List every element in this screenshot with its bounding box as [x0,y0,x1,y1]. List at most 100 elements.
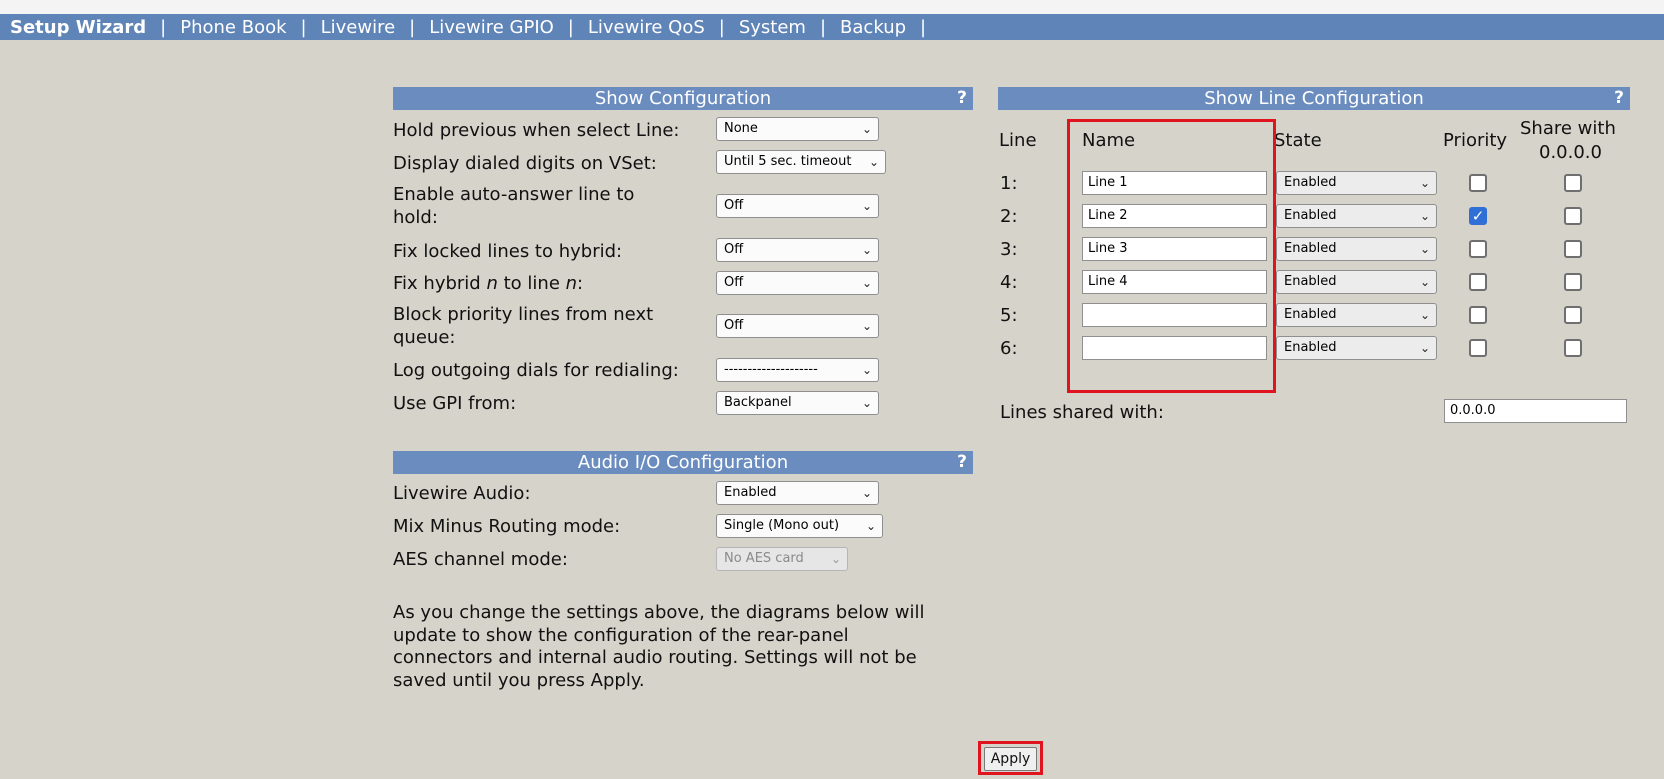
chevron-down-icon: ⌄ [861,486,872,500]
apply-button[interactable]: Apply [984,747,1037,771]
line-state-value: Enabled [1284,274,1337,289]
share-checkbox[interactable] [1564,306,1582,324]
line-state-value: Enabled [1284,175,1337,190]
chevron-down-icon: ⌄ [865,519,876,533]
line-number: 1: [1000,173,1018,194]
col-line-header: Line [999,130,1037,151]
priority-checkbox[interactable] [1469,273,1487,291]
nav-backup[interactable]: Backup [840,17,906,38]
auto-answer-label: Enable auto-answer line to hold: [393,184,635,228]
livewire-audio-value: Enabled [724,485,777,500]
top-strip [0,0,1664,14]
line-state-select[interactable]: Enabled ⌄ [1276,237,1437,261]
chevron-down-icon: ⌄ [1419,275,1430,289]
priority-checkbox[interactable]: ✓ [1469,207,1487,225]
line-number: 6: [1000,338,1018,359]
line-state-value: Enabled [1284,241,1337,256]
col-share-header: Share with [1520,118,1616,139]
hold-previous-label: Hold previous when select Line: [393,120,680,141]
col-state-header: State [1274,130,1322,151]
nav-separator: | [567,16,574,38]
chevron-down-icon: ⌄ [861,276,872,290]
name-column-highlight [1067,119,1276,393]
aes-mode-select: No AES card ⌄ [716,547,848,571]
display-digits-value: Until 5 sec. timeout [724,154,852,169]
nav-livewire-qos[interactable]: Livewire QoS [588,17,705,38]
line-state-value: Enabled [1284,340,1337,355]
chevron-down-icon: ⌄ [1419,176,1430,190]
lines-shared-input[interactable]: 0.0.0.0 [1444,399,1627,423]
nav-separator: | [819,16,827,38]
settings-note: As you change the settings above, the di… [393,602,925,691]
share-checkbox[interactable] [1564,207,1582,225]
aes-mode-label: AES channel mode: [393,549,568,570]
nav-separator: | [409,16,416,38]
nav-setup-wizard[interactable]: Setup Wizard [10,17,146,38]
nav-separator: | [718,16,725,38]
fix-hybrid-value: Off [724,275,744,290]
display-digits-label: Display dialed digits on VSet: [393,153,657,174]
share-checkbox[interactable] [1564,339,1582,357]
block-priority-label: Block priority lines from next queue: [393,304,654,348]
share-checkbox[interactable] [1564,273,1582,291]
lines-shared-label: Lines shared with: [1000,402,1164,423]
livewire-audio-select[interactable]: Enabled ⌄ [716,481,879,505]
audio-config-title: Audio I/O Configuration [577,452,789,473]
nav-phone-book[interactable]: Phone Book [180,17,286,38]
line-state-value: Enabled [1284,208,1337,223]
line-state-select[interactable]: Enabled ⌄ [1276,270,1437,294]
priority-checkbox[interactable] [1469,306,1487,324]
log-dials-label: Log outgoing dials for redialing: [393,360,679,381]
line-state-select[interactable]: Enabled ⌄ [1276,336,1437,360]
nav-separator: | [160,16,167,38]
chevron-down-icon: ⌄ [1419,308,1430,322]
use-gpi-value: Backpanel [724,395,792,410]
auto-answer-select[interactable]: Off ⌄ [716,194,879,218]
use-gpi-label: Use GPI from: [393,393,517,414]
livewire-audio-label: Livewire Audio: [393,483,531,504]
priority-checkbox[interactable] [1469,339,1487,357]
nav-livewire[interactable]: Livewire [321,17,396,38]
line-config-help-icon[interactable]: ? [1614,87,1624,110]
fix-hybrid-label: Fix hybrid n to line n: [393,273,584,294]
log-dials-select[interactable]: -------------------- ⌄ [716,358,879,382]
log-dials-value: -------------------- [724,362,818,377]
line-config-header: Show Line Configuration ? [998,87,1630,110]
line-state-select[interactable]: Enabled ⌄ [1276,303,1437,327]
top-nav: Setup Wizard | Phone Book | Livewire | L… [0,14,1664,40]
line-number: 4: [1000,272,1018,293]
hold-previous-value: None [724,121,758,136]
share-checkbox[interactable] [1564,174,1582,192]
audio-config-header: Audio I/O Configuration ? [393,451,973,474]
block-priority-select[interactable]: Off ⌄ [716,314,879,338]
auto-answer-value: Off [724,198,744,213]
priority-checkbox[interactable] [1469,174,1487,192]
fix-locked-select[interactable]: Off ⌄ [716,238,879,262]
line-config-title: Show Line Configuration [1204,88,1424,109]
chevron-down-icon: ⌄ [1419,242,1430,256]
line-number: 2: [1000,206,1018,227]
mix-minus-label: Mix Minus Routing mode: [393,516,621,537]
hold-previous-select[interactable]: None ⌄ [716,117,879,141]
nav-system[interactable]: System [739,17,806,38]
show-config-help-icon[interactable]: ? [957,87,967,110]
block-priority-value: Off [724,318,744,333]
chevron-down-icon: ⌄ [868,155,879,169]
mix-minus-select[interactable]: Single (Mono out) ⌄ [716,514,883,538]
nav-separator: | [300,16,307,38]
fix-hybrid-select[interactable]: Off ⌄ [716,271,879,295]
audio-config-help-icon[interactable]: ? [957,451,967,474]
chevron-down-icon: ⌄ [861,122,872,136]
nav-livewire-gpio[interactable]: Livewire GPIO [429,17,554,38]
share-checkbox[interactable] [1564,240,1582,258]
fix-locked-label: Fix locked lines to hybrid: [393,241,623,262]
show-config-title: Show Configuration [594,88,772,109]
line-state-select[interactable]: Enabled ⌄ [1276,204,1437,228]
chevron-down-icon: ⌄ [1419,209,1430,223]
line-number: 3: [1000,239,1018,260]
use-gpi-select[interactable]: Backpanel ⌄ [716,391,879,415]
display-digits-select[interactable]: Until 5 sec. timeout ⌄ [716,150,886,174]
col-priority-header: Priority [1443,130,1508,151]
priority-checkbox[interactable] [1469,240,1487,258]
line-state-select[interactable]: Enabled ⌄ [1276,171,1437,195]
